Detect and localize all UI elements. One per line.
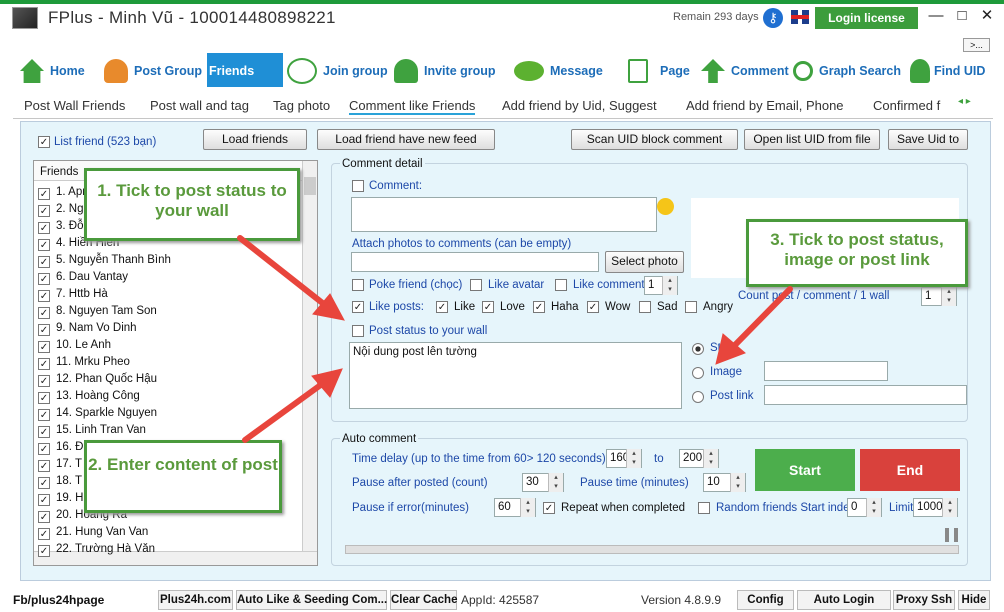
plus24h-button[interactable]: Plus24h.com (158, 590, 233, 610)
clear-cache-button[interactable]: Clear Cache (390, 590, 457, 610)
app-id: AppId: 425587 (461, 593, 540, 607)
auto-like-button[interactable]: Auto Like & Seeding Com... (236, 590, 387, 610)
version: Version 4.8.9.9 (641, 593, 722, 607)
arrow-1 (237, 235, 328, 308)
config-button[interactable]: Config (737, 590, 794, 610)
fb-page-label: Fb/plus24hpage (13, 593, 105, 607)
callout-arrows (237, 235, 793, 443)
arrow-2 (242, 381, 325, 443)
arrow-2-head (311, 368, 343, 398)
hide-button[interactable]: Hide (958, 590, 990, 610)
arrow-3 (732, 286, 793, 348)
auto-login-button[interactable]: Auto Login (797, 590, 891, 610)
proxy-ssh-button[interactable]: Proxy Ssh (893, 590, 955, 610)
